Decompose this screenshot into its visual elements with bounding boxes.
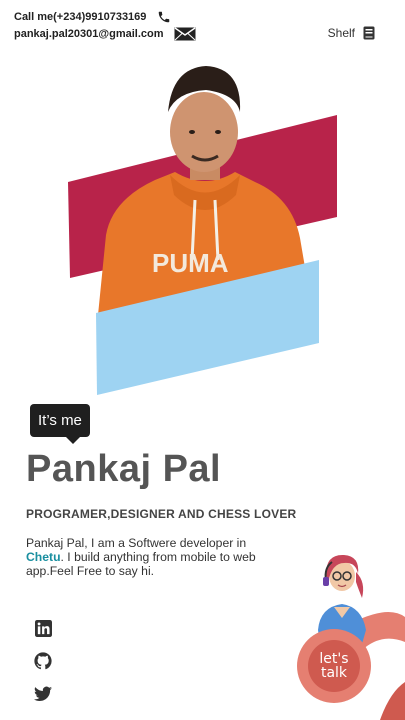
phone-icon: [156, 10, 172, 24]
profile-tagline: PROGRAMER,DESIGNER AND CHESS LOVER: [26, 507, 297, 521]
bio-company: Chetu: [26, 550, 61, 564]
phone-contact[interactable]: Call me(+234)9910733169: [14, 10, 172, 24]
linkedin-icon[interactable]: [33, 618, 53, 638]
bio-text-2: . I build anything from mobile to web ap…: [26, 550, 256, 578]
lets-talk-widget[interactable]: [290, 552, 405, 720]
talk-line-1: let's: [319, 651, 349, 667]
email-contact[interactable]: pankaj.pal20301@gmail.com: [14, 27, 196, 41]
twitter-icon[interactable]: [33, 684, 53, 704]
profile-bio: Pankaj Pal, I am a Softwere developer in…: [26, 536, 266, 578]
bio-text-1: Pankaj Pal, I am a Softwere developer in: [26, 536, 247, 550]
its-me-tooltip: It’s me: [30, 404, 90, 444]
talk-line-2: talk: [320, 665, 348, 681]
mail-icon: [174, 27, 196, 41]
email-text: pankaj.pal20301@gmail.com: [14, 28, 164, 40]
phone-text: Call me(+234)9910733169: [14, 11, 147, 23]
profile-name: Pankaj Pal: [26, 448, 222, 490]
hero-illustration: PUMA: [60, 60, 350, 400]
shelf-link[interactable]: Shelf: [328, 26, 375, 40]
github-icon[interactable]: [33, 651, 53, 671]
shelf-label: Shelf: [327, 26, 355, 40]
book-icon: [363, 26, 375, 40]
shirt-brand: PUMA: [152, 248, 229, 278]
lets-talk-label[interactable]: let's talk: [316, 652, 352, 680]
